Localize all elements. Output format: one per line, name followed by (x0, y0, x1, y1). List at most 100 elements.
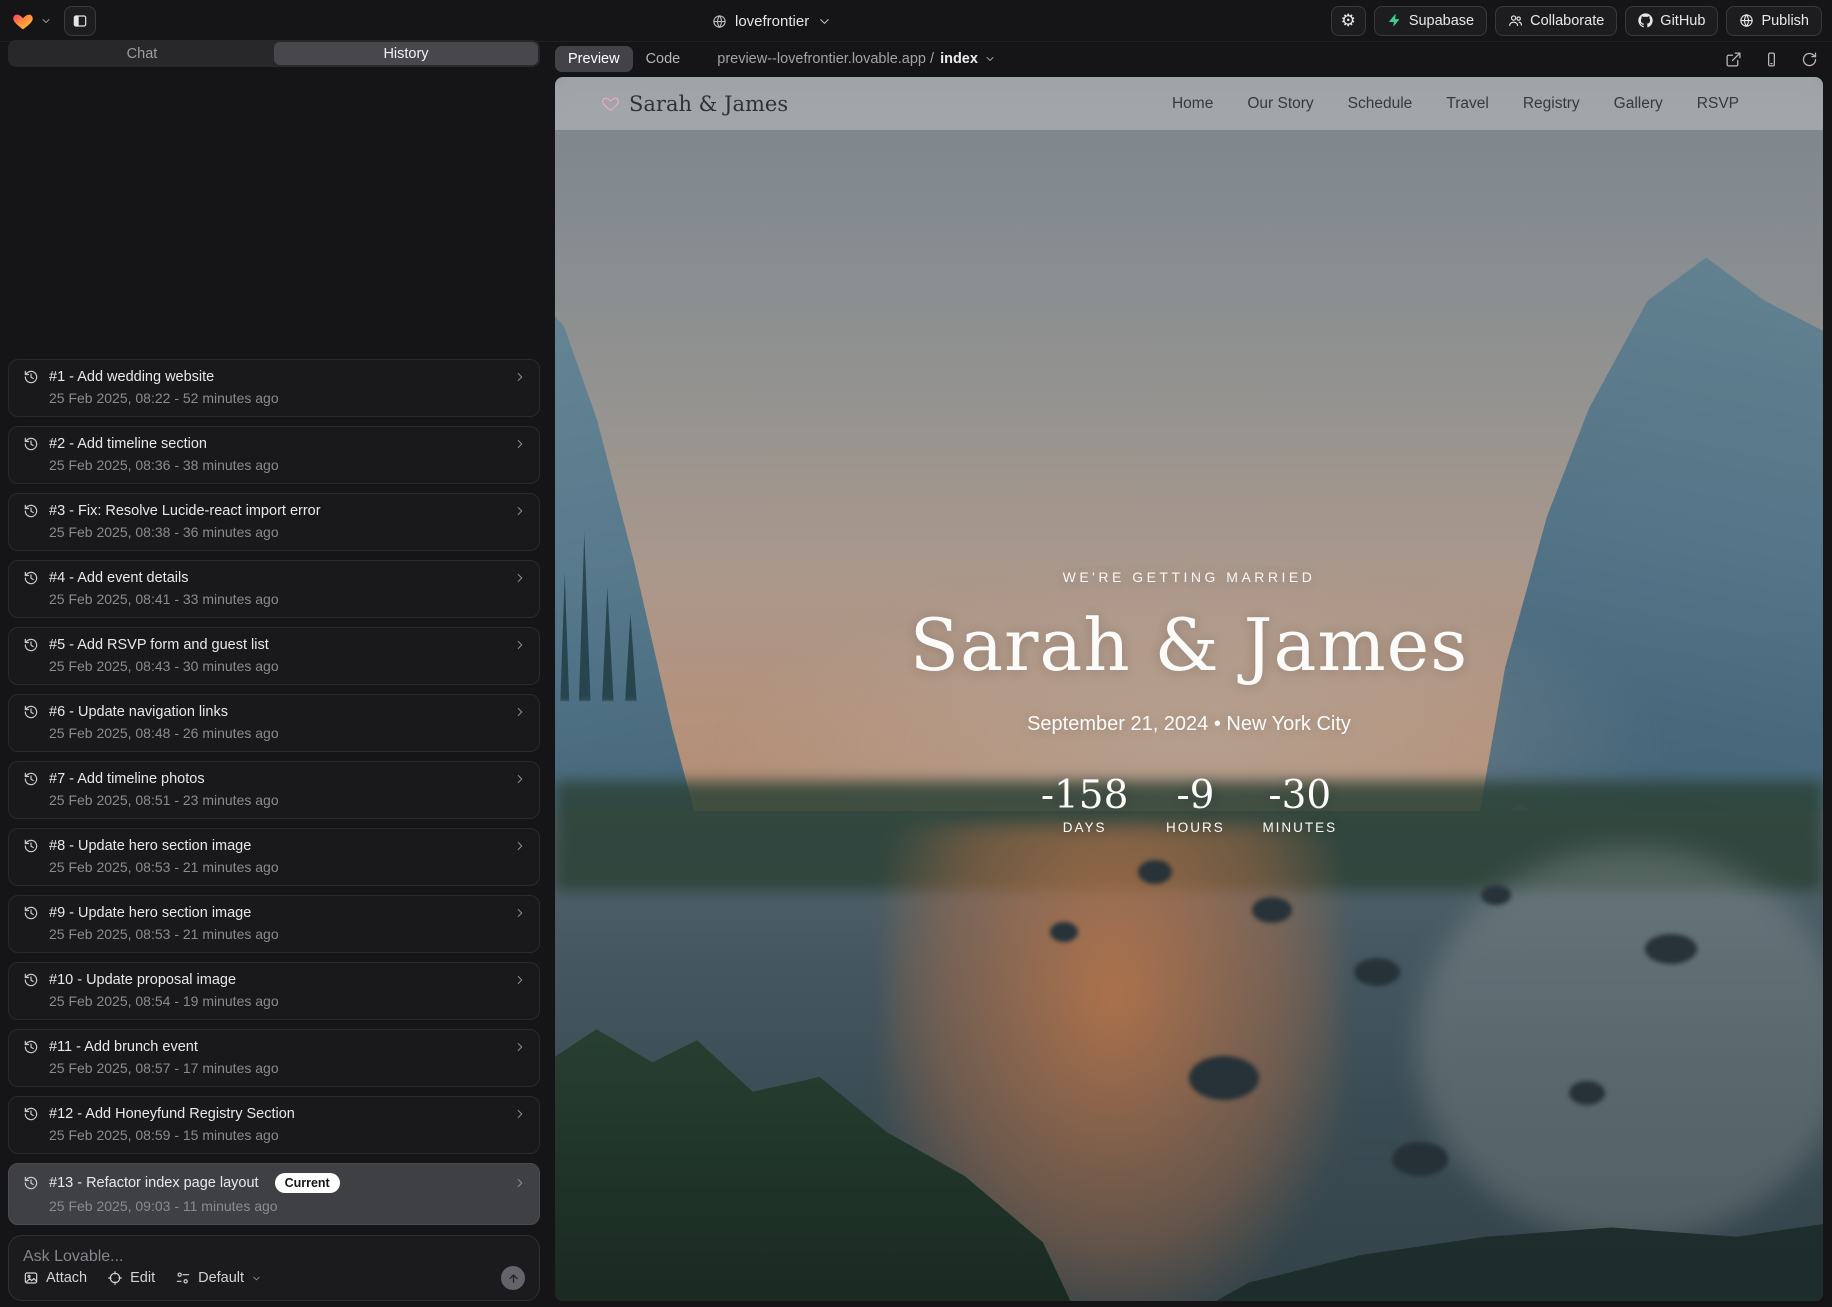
chevron-right-icon (513, 437, 527, 451)
hero-title: Sarah & James (555, 609, 1823, 681)
globe-icon (712, 14, 727, 29)
site-nav-link[interactable]: Registry (1523, 95, 1580, 113)
history-item-timestamp: 25 Feb 2025, 08:41 - 33 minutes ago (49, 591, 527, 607)
history-item[interactable]: #8 - Update hero section image 25 Feb 20… (8, 828, 540, 886)
history-icon (23, 972, 39, 988)
history-item-header: #4 - Add event details (23, 570, 527, 586)
site-header: Sarah & James Home Our Story Schedule Trave… (555, 77, 1823, 130)
chevron-right-icon (513, 1040, 527, 1054)
chevron-right-icon (513, 571, 527, 585)
history-icon (23, 704, 39, 720)
history-item[interactable]: #4 - Add event details 25 Feb 2025, 08:4… (8, 560, 540, 618)
lovable-menu[interactable] (12, 10, 52, 32)
publish-label: Publish (1761, 13, 1809, 29)
countdown-label: MINUTES (1262, 820, 1337, 835)
history-item[interactable]: #12 - Add Honeyfund Registry Section 25 … (8, 1096, 540, 1154)
edit-mode-button[interactable]: Edit (107, 1270, 155, 1286)
history-item-header: #9 - Update hero section image (23, 905, 527, 921)
collaborate-label: Collaborate (1530, 13, 1604, 29)
history-item-title: #1 - Add wedding website (49, 369, 214, 385)
site-nav-link[interactable]: Home (1172, 95, 1213, 113)
site-logo[interactable]: Sarah & James (601, 92, 788, 116)
history-item-title: #12 - Add Honeyfund Registry Section (49, 1106, 295, 1122)
history-item-title: #13 - Refactor index page layout (49, 1175, 259, 1191)
history-icon (23, 436, 39, 452)
preview-url-domain: preview--lovefrontier.lovable.app / (717, 51, 934, 67)
chevron-down-icon (984, 53, 996, 65)
preview-url-selector[interactable]: preview--lovefrontier.lovable.app / inde… (717, 51, 996, 67)
history-item[interactable]: #2 - Add timeline section 25 Feb 2025, 0… (8, 426, 540, 484)
history-item-header: #6 - Update navigation links (23, 704, 527, 720)
history-item[interactable]: #1 - Add wedding website 25 Feb 2025, 08… (8, 359, 540, 417)
hero-section: WE'RE GETTING MARRIED Sarah & James Sept… (555, 569, 1823, 835)
mode-label: Default (198, 1270, 244, 1286)
heart-outline-icon (601, 94, 620, 113)
chevron-right-icon (513, 370, 527, 384)
history-item[interactable]: #6 - Update navigation links 25 Feb 2025… (8, 694, 540, 752)
history-item[interactable]: #3 - Fix: Resolve Lucide-react import er… (8, 493, 540, 551)
chevron-right-icon (513, 772, 527, 786)
history-item-timestamp: 25 Feb 2025, 08:22 - 52 minutes ago (49, 390, 527, 406)
history-item-title: #9 - Update hero section image (49, 905, 251, 921)
countdown-item: -9 HOURS (1158, 776, 1232, 835)
history-item[interactable]: #13 - Refactor index page layout Current… (8, 1163, 540, 1225)
sliders-icon (175, 1270, 191, 1286)
toggle-sidebar-button[interactable] (64, 6, 96, 36)
tab-code[interactable]: Code (633, 46, 694, 72)
site-nav-link[interactable]: Our Story (1247, 95, 1313, 113)
project-switcher[interactable]: lovefrontier (712, 0, 832, 42)
ask-lovable-input[interactable] (23, 1248, 525, 1266)
tab-history[interactable]: History (274, 42, 538, 65)
settings-button[interactable]: ⚙ (1331, 6, 1366, 36)
send-button[interactable] (501, 1266, 525, 1290)
site-nav-link[interactable]: Travel (1446, 95, 1489, 113)
history-item[interactable]: #9 - Update hero section image 25 Feb 20… (8, 895, 540, 953)
chevron-down-icon (817, 14, 832, 29)
chevron-right-icon (513, 1107, 527, 1121)
history-icon (23, 838, 39, 854)
history-item[interactable]: #11 - Add brunch event 25 Feb 2025, 08:5… (8, 1029, 540, 1087)
publish-button[interactable]: Publish (1726, 6, 1822, 36)
tab-preview[interactable]: Preview (555, 46, 633, 72)
supabase-bolt-icon (1387, 13, 1402, 28)
history-item-title: #4 - Add event details (49, 570, 188, 586)
countdown-item: -158 DAYS (1041, 776, 1129, 835)
chevron-right-icon (513, 504, 527, 518)
current-badge: Current (275, 1173, 340, 1193)
site-nav-link[interactable]: RSVP (1697, 95, 1739, 113)
history-item[interactable]: #7 - Add timeline photos 25 Feb 2025, 08… (8, 761, 540, 819)
chevron-down-icon (40, 15, 52, 27)
history-item-header: #7 - Add timeline photos (23, 771, 527, 787)
history-item-timestamp: 25 Feb 2025, 08:51 - 23 minutes ago (49, 792, 527, 808)
countdown-item: -30 MINUTES (1262, 776, 1337, 835)
refresh-icon[interactable] (1801, 51, 1818, 68)
collaborate-button[interactable]: Collaborate (1495, 6, 1617, 36)
attach-button[interactable]: Attach (23, 1270, 87, 1286)
history-item-title: #11 - Add brunch event (49, 1039, 198, 1055)
project-name: lovefrontier (735, 13, 809, 30)
preview-tools (1725, 51, 1822, 68)
github-button[interactable]: GitHub (1625, 6, 1718, 36)
supabase-button[interactable]: Supabase (1374, 6, 1487, 36)
history-item[interactable]: #10 - Update proposal image 25 Feb 2025,… (8, 962, 540, 1020)
history-icon (23, 637, 39, 653)
history-item[interactable]: #5 - Add RSVP form and guest list 25 Feb… (8, 627, 540, 685)
tab-chat[interactable]: Chat (10, 42, 274, 65)
site-nav-link[interactable]: Schedule (1348, 95, 1413, 113)
attach-label: Attach (46, 1270, 87, 1286)
panel-left-icon (72, 13, 88, 29)
history-item-title: #6 - Update navigation links (49, 704, 228, 720)
edit-label: Edit (130, 1270, 155, 1286)
history-item-title: #3 - Fix: Resolve Lucide-react import er… (49, 503, 321, 519)
chat-sidebar: Chat History #1 - Add wedding website 25… (8, 40, 540, 1301)
mobile-view-icon[interactable] (1763, 51, 1780, 68)
chevron-right-icon (513, 906, 527, 920)
model-mode-selector[interactable]: Default (175, 1270, 262, 1286)
github-icon (1638, 13, 1653, 28)
site-nav-link[interactable]: Gallery (1614, 95, 1663, 113)
history-item-header: #12 - Add Honeyfund Registry Section (23, 1106, 527, 1122)
users-icon (1508, 13, 1523, 28)
countdown-label: DAYS (1041, 820, 1129, 835)
chevron-right-icon (513, 973, 527, 987)
open-external-icon[interactable] (1725, 51, 1742, 68)
